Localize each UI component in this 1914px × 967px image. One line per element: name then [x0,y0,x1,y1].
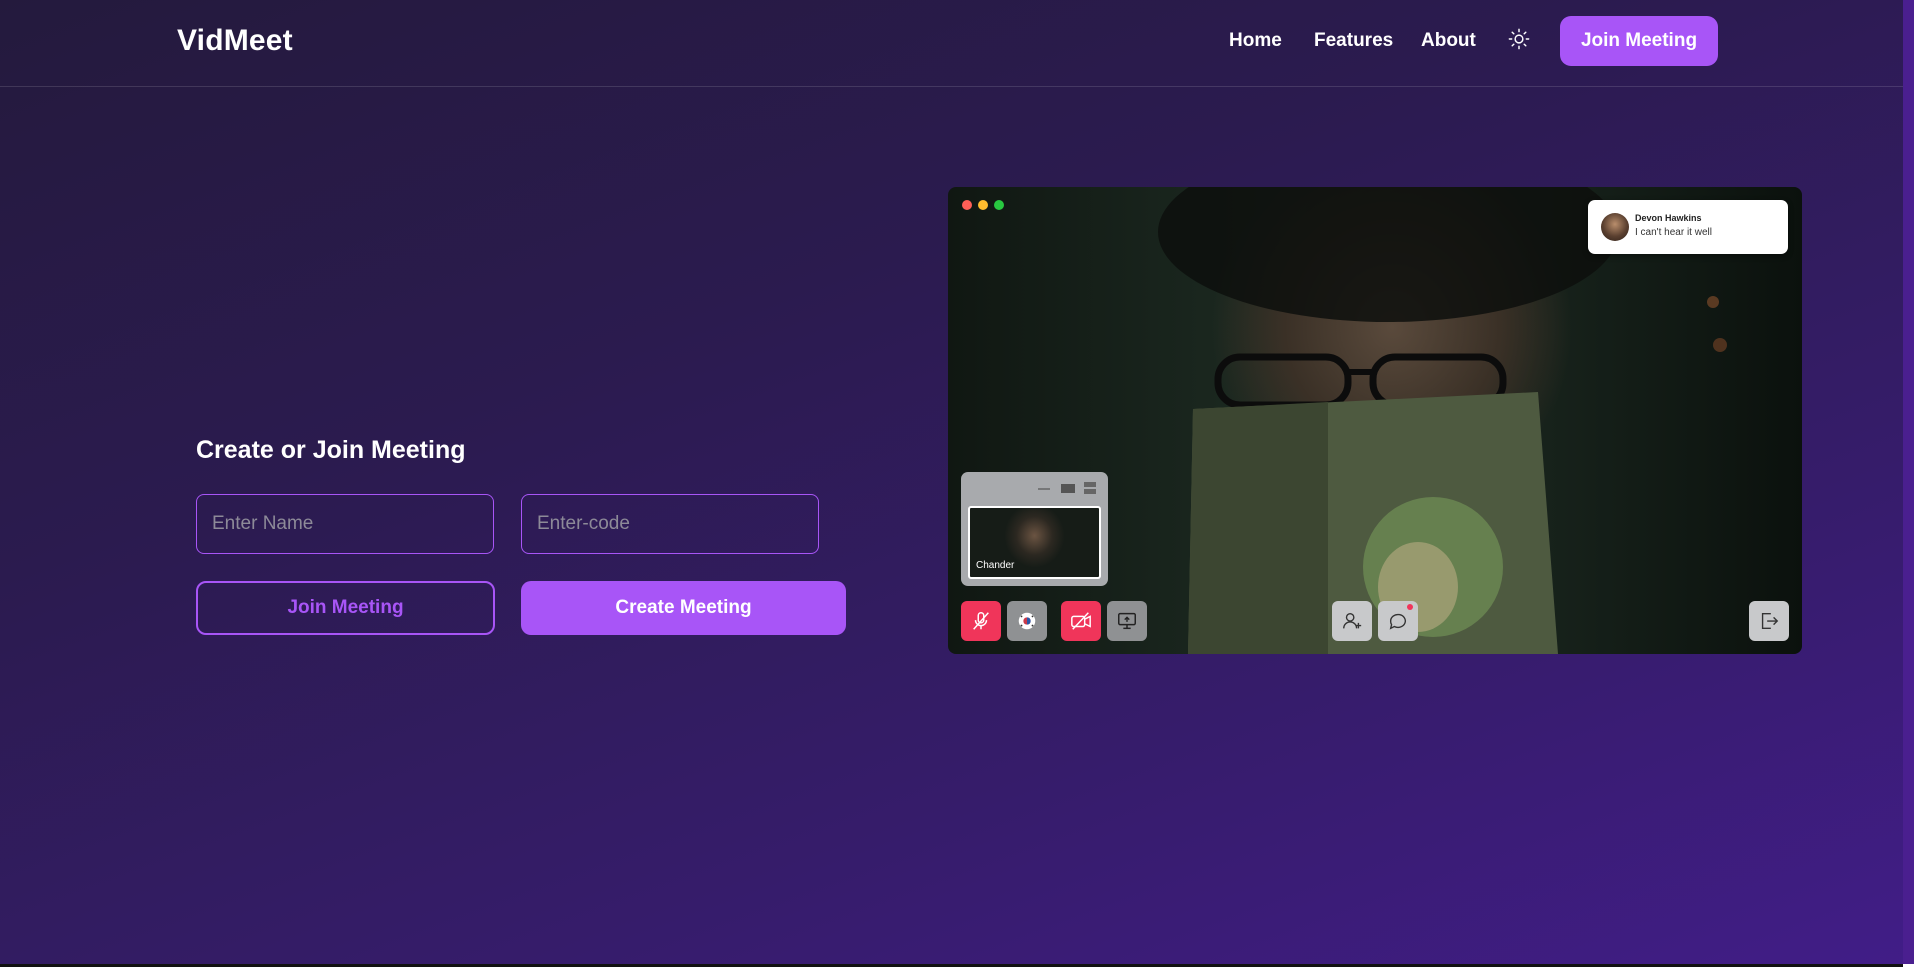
nav-home-link[interactable]: Home [1229,30,1282,52]
header-join-meeting-button[interactable]: Join Meeting [1560,16,1718,66]
sun-icon[interactable] [1508,28,1530,50]
scrollbar-thumb[interactable] [1903,0,1914,964]
minimize-dot [978,200,988,210]
leave-icon [1761,612,1779,630]
chat-unread-badge [1407,604,1413,610]
name-input[interactable] [196,494,494,554]
pip-window-controls [1038,482,1096,494]
chat-button[interactable] [1378,601,1418,641]
create-meeting-button[interactable]: Create Meeting [521,581,846,635]
video-call-preview: Devon Hawkins I can't hear it well Chand… [948,187,1802,654]
notification-message: I can't hear it well [1635,227,1712,238]
join-meeting-button[interactable]: Join Meeting [196,581,495,635]
add-user-icon [1343,612,1362,629]
effects-button[interactable] [1007,601,1047,641]
leave-call-button[interactable] [1749,601,1789,641]
notification-sender: Devon Hawkins [1635,213,1702,223]
meeting-code-input[interactable] [521,494,819,554]
participant-name: Chander [976,560,1015,571]
effects-icon [1018,612,1036,630]
chat-icon [1389,613,1407,630]
form-title: Create or Join Meeting [196,436,466,464]
camera-off-button[interactable] [1061,601,1101,641]
chat-notification: Devon Hawkins I can't hear it well [1588,200,1788,254]
close-dot [962,200,972,210]
top-navbar: VidMeet Home Features About Join Meeting [0,0,1903,87]
app-logo[interactable]: VidMeet [177,24,293,58]
maximize-dot [994,200,1004,210]
avatar [1601,213,1629,241]
mic-off-icon [973,612,989,630]
self-view-window: Chander [961,472,1108,586]
self-view-video: Chander [968,506,1101,579]
camera-off-icon [1071,612,1091,630]
add-participant-button[interactable] [1332,601,1372,641]
page-background: VidMeet Home Features About Join Meeting… [0,0,1903,964]
nav-about-link[interactable]: About [1421,30,1476,52]
window-controls [962,200,1004,210]
mic-off-button[interactable] [961,601,1001,641]
screen-share-button[interactable] [1107,601,1147,641]
screen-share-icon [1118,612,1136,630]
nav-features-link[interactable]: Features [1314,30,1393,52]
